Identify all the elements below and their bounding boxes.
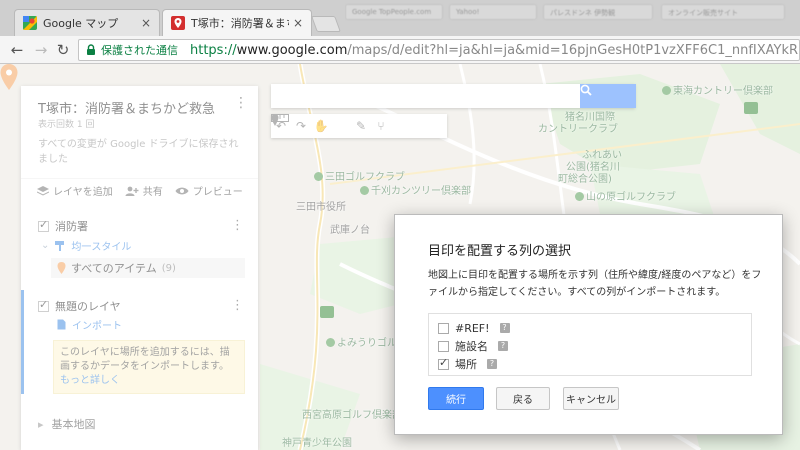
background-tab[interactable]: オンライン販売サイト	[661, 4, 785, 20]
column-label: 施設名	[455, 340, 488, 353]
background-tab[interactable]: Yahoo!	[449, 4, 537, 20]
secure-connection-label: 保護された通信	[101, 44, 178, 57]
my-maps-favicon-icon	[171, 16, 185, 30]
column-checkbox[interactable]	[438, 356, 449, 370]
help-icon[interactable]: ?	[499, 323, 510, 333]
background-tab[interactable]: パレスドンネ 伊勢観	[543, 4, 653, 20]
url-scheme: https://	[190, 42, 237, 58]
background-tabs: Google TopPeople.com Yahoo! パレスドンネ 伊勢観 オ…	[345, 0, 800, 36]
background-tab[interactable]: Google TopPeople.com	[345, 4, 443, 20]
tab-google-maps[interactable]: Google マップ ×	[14, 9, 160, 36]
column-checkbox[interactable]	[438, 340, 449, 352]
help-icon[interactable]: ?	[498, 341, 508, 351]
forward-arrow-icon[interactable]: →	[32, 41, 50, 59]
select-location-columns-dialog: 目印を配置する列の選択 地図上に目印を配置する場所を示す列（住所や緯度/経度のペ…	[394, 214, 783, 435]
back-button[interactable]: 戻る	[496, 387, 550, 410]
dialog-title: 目印を配置する列の選択	[428, 244, 572, 259]
column-label: #REF!	[455, 321, 490, 335]
column-list: #REF! ? 施設名 ? 場所 ?	[428, 313, 752, 376]
cancel-button[interactable]: キャンセル	[563, 387, 619, 410]
column-label: 場所	[455, 358, 477, 371]
column-option-ref[interactable]: #REF! ?	[429, 319, 751, 337]
column-option-location[interactable]: 場所 ?	[429, 355, 751, 373]
address-bar[interactable]: 保護された通信 https:// www.google.com /maps/d/…	[78, 39, 800, 61]
new-tab-button[interactable]	[311, 16, 341, 32]
help-icon[interactable]: ?	[487, 359, 497, 369]
browser-toolbar: ← → ↻ 保護された通信 https:// www.google.com /m…	[0, 36, 800, 64]
lock-icon	[87, 44, 95, 55]
close-tab-icon[interactable]: ×	[293, 16, 303, 30]
close-tab-icon[interactable]: ×	[141, 16, 151, 30]
column-option-facility-name[interactable]: 施設名 ?	[429, 337, 751, 355]
continue-button[interactable]: 続行	[428, 387, 484, 410]
dialog-description: 地図上に目印を配置する場所を示す列（住所や緯度/経度のペアなど）をファイルから指…	[428, 270, 762, 298]
tab-my-map[interactable]: T塚市：消防署＆まちかど ×	[162, 9, 312, 36]
tab-strip: Google マップ × T塚市：消防署＆まちかど × Google TopPe…	[0, 0, 800, 36]
tab-title: Google マップ	[43, 17, 119, 30]
back-arrow-icon[interactable]: ←	[8, 41, 26, 59]
tab-title: T塚市：消防署＆まちかど	[191, 17, 289, 30]
google-maps-favicon-icon	[23, 16, 37, 30]
column-checkbox[interactable]	[438, 322, 449, 334]
reload-icon[interactable]: ↻	[54, 41, 72, 59]
url-path: /maps/d/edit?hl=ja&hl=ja&mid=16pjnGesH0t…	[347, 42, 799, 58]
url-host: www.google.com	[236, 42, 348, 58]
